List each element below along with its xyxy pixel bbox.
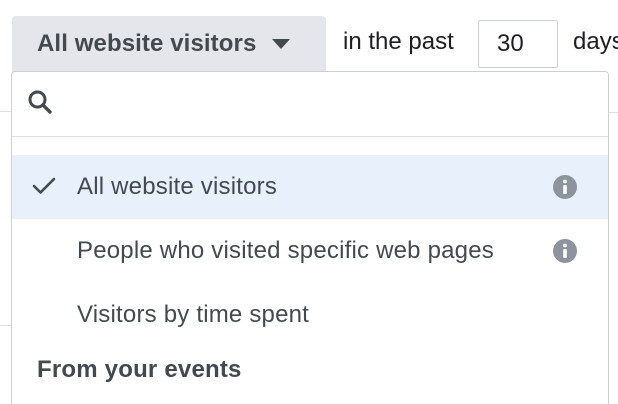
page: All website visitors in the past days Al…: [0, 0, 618, 404]
search-icon: [28, 90, 52, 114]
option-label: Visitors by time spent: [77, 301, 310, 328]
dropdown-search: [12, 72, 608, 137]
option-all-website-visitors[interactable]: All website visitors: [12, 155, 608, 219]
check-icon: [32, 177, 56, 194]
audience-select-button[interactable]: All website visitors: [12, 16, 326, 72]
days-input[interactable]: [478, 20, 558, 68]
option-visitors-by-time-spent[interactable]: Visitors by time spent: [12, 283, 608, 347]
caret-down-icon: [272, 39, 291, 49]
audience-dropdown-menu: All website visitors People who visited …: [11, 71, 609, 404]
search-input[interactable]: [68, 82, 592, 128]
background-divider: [608, 112, 618, 113]
info-icon[interactable]: [552, 238, 578, 264]
section-header-from-events: From your events: [37, 356, 242, 383]
option-label: All website visitors: [77, 173, 278, 200]
option-label: People who visited specific web pages: [77, 237, 494, 264]
time-range-prefix: in the past: [343, 28, 454, 55]
time-range-suffix: days: [573, 28, 618, 55]
info-icon[interactable]: [552, 174, 578, 200]
option-specific-web-pages[interactable]: People who visited specific web pages: [12, 219, 608, 283]
audience-select-label: All website visitors: [37, 30, 257, 57]
